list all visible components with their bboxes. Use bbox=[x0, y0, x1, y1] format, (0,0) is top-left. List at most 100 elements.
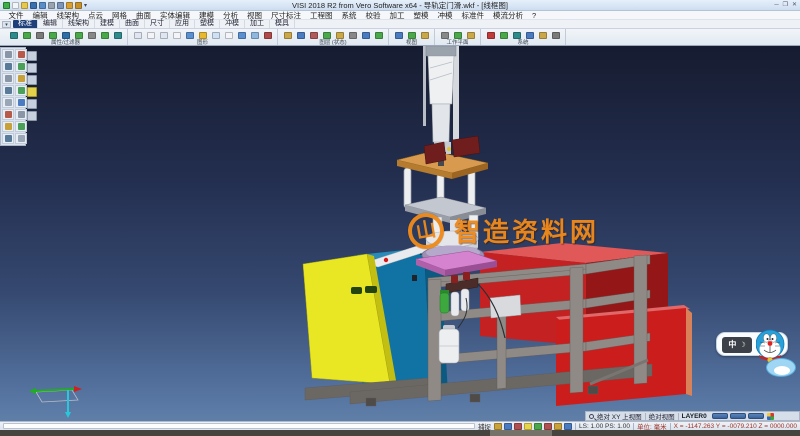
palette-icon[interactable] bbox=[2, 73, 14, 84]
palette-icon[interactable] bbox=[2, 85, 14, 96]
ribbon-tab[interactable]: 尺寸 bbox=[145, 20, 170, 28]
magnifier-icon[interactable] bbox=[589, 414, 594, 419]
palette-icon[interactable] bbox=[2, 61, 14, 72]
menu-item[interactable]: 网格 bbox=[108, 11, 132, 20]
palette-icon[interactable] bbox=[2, 49, 14, 60]
palette-icon[interactable] bbox=[2, 109, 14, 120]
view-mini-button[interactable] bbox=[27, 111, 37, 121]
menu-item[interactable]: 实体编辑 bbox=[156, 11, 195, 20]
view-mode-label[interactable]: 绝对视图 bbox=[649, 411, 675, 421]
toolbar-icon[interactable] bbox=[452, 30, 463, 40]
toolbar-icon[interactable] bbox=[419, 30, 430, 40]
menu-item[interactable]: 标准件 bbox=[457, 11, 489, 20]
commandbar-icon[interactable] bbox=[514, 423, 522, 430]
menu-item[interactable]: 塑模 bbox=[409, 11, 433, 20]
toolbar-icon[interactable] bbox=[295, 30, 306, 40]
toolbar-icon[interactable] bbox=[406, 30, 417, 40]
palette-icon[interactable] bbox=[15, 109, 27, 120]
ribbon-tab[interactable]: 标准 bbox=[13, 20, 38, 28]
menu-item[interactable]: 模流分析 bbox=[489, 11, 528, 20]
toolbar-icon[interactable] bbox=[73, 30, 84, 40]
commandbar-icon[interactable] bbox=[544, 423, 552, 430]
print-icon[interactable] bbox=[48, 2, 55, 9]
ribbon-tab[interactable]: 应用 bbox=[170, 20, 195, 28]
toolbar-icon[interactable] bbox=[236, 30, 247, 40]
view-mini-button[interactable] bbox=[27, 87, 37, 97]
toolbar-icon[interactable] bbox=[34, 30, 45, 40]
maximize-button[interactable]: ❐ bbox=[783, 1, 788, 10]
menu-item[interactable]: 视图 bbox=[243, 11, 267, 20]
menu-item[interactable]: 点云 bbox=[84, 11, 108, 20]
toolbar-icon[interactable] bbox=[223, 30, 234, 40]
viewport-3d[interactable]: 山 智造资料网 中 ☽ bbox=[0, 46, 800, 421]
palette-icon[interactable] bbox=[15, 85, 27, 96]
commandbar-icon[interactable] bbox=[564, 423, 572, 430]
active-layer-label[interactable]: LAYER0 bbox=[682, 413, 707, 420]
menu-item[interactable]: 校验 bbox=[361, 11, 385, 20]
ribbon-tab[interactable]: 编辑 bbox=[38, 20, 63, 28]
menu-item[interactable]: ? bbox=[528, 11, 541, 20]
ribbon-tab[interactable]: 模具 bbox=[270, 20, 295, 28]
menu-item[interactable]: 曲面 bbox=[132, 11, 156, 20]
ribbon-tab[interactable]: 线架构 bbox=[63, 20, 95, 28]
status-button[interactable] bbox=[748, 413, 764, 419]
toolbar-icon[interactable] bbox=[184, 30, 195, 40]
quick-access-more-icon[interactable]: ▾ bbox=[84, 2, 87, 9]
toolbar-icon[interactable] bbox=[249, 30, 260, 40]
toolbar-icon[interactable] bbox=[439, 30, 450, 40]
menu-item[interactable]: 尺寸标注 bbox=[267, 11, 306, 20]
toolbar-icon[interactable] bbox=[334, 30, 345, 40]
commandbar-icon[interactable] bbox=[504, 423, 512, 430]
menu-item[interactable]: 工程图 bbox=[306, 11, 338, 20]
menu-item[interactable]: 加工 bbox=[385, 11, 409, 20]
toolbar-icon[interactable] bbox=[347, 30, 358, 40]
command-input[interactable] bbox=[3, 423, 475, 429]
ribbon-tab[interactable]: 冲模 bbox=[220, 20, 245, 28]
menu-item[interactable]: 冲模 bbox=[433, 11, 457, 20]
commandbar-icon[interactable] bbox=[554, 423, 562, 430]
ime-mode-box[interactable]: 中 ☽ bbox=[722, 337, 752, 353]
toolbar-icon[interactable] bbox=[60, 30, 71, 40]
close-button[interactable]: ✕ bbox=[792, 1, 797, 10]
toolbar-icon[interactable] bbox=[498, 30, 509, 40]
toolbar-icon[interactable] bbox=[550, 30, 561, 40]
palette-icon[interactable] bbox=[2, 97, 14, 108]
toolbar-icon[interactable] bbox=[360, 30, 371, 40]
palette-icon[interactable] bbox=[15, 49, 27, 60]
minimize-button[interactable]: ─ bbox=[774, 1, 778, 10]
toolbar-icon[interactable] bbox=[308, 30, 319, 40]
commandbar-icon[interactable] bbox=[494, 423, 502, 430]
toolbar-icon[interactable] bbox=[282, 30, 293, 40]
toolbar-icon[interactable] bbox=[485, 30, 496, 40]
ime-widget[interactable]: 中 ☽ bbox=[714, 328, 800, 388]
commandbar-icon[interactable] bbox=[524, 423, 532, 430]
toolbar-icon[interactable] bbox=[393, 30, 404, 40]
toolbar-icon[interactable] bbox=[132, 30, 143, 40]
new-file-icon[interactable] bbox=[12, 2, 19, 9]
print-preview-icon[interactable] bbox=[57, 2, 64, 9]
toolbar-icon[interactable] bbox=[373, 30, 384, 40]
redo-icon[interactable] bbox=[75, 2, 82, 9]
view-mini-button[interactable] bbox=[27, 51, 37, 61]
undo-icon[interactable] bbox=[66, 2, 73, 9]
palette-icon[interactable] bbox=[2, 133, 14, 144]
palette-icon[interactable] bbox=[15, 61, 27, 72]
view-mini-button[interactable] bbox=[27, 63, 37, 73]
menu-item[interactable]: 线架构 bbox=[52, 11, 84, 20]
toolbar-icon[interactable] bbox=[210, 30, 221, 40]
toolbar-icon[interactable] bbox=[112, 30, 123, 40]
menu-item[interactable]: 系统 bbox=[337, 11, 361, 20]
ribbon-tab[interactable]: 建模 bbox=[95, 20, 120, 28]
palette-icon[interactable] bbox=[15, 73, 27, 84]
open-file-icon[interactable] bbox=[21, 2, 28, 9]
menu-item[interactable]: 建模 bbox=[195, 11, 219, 20]
ribbon-tab[interactable]: 塑模 bbox=[195, 20, 220, 28]
toolbar-icon[interactable] bbox=[465, 30, 476, 40]
toolbar-icon[interactable] bbox=[511, 30, 522, 40]
ime-moon-icon[interactable]: ☽ bbox=[739, 342, 745, 349]
toolbar-icon[interactable] bbox=[321, 30, 332, 40]
menu-item[interactable]: 文件 bbox=[4, 11, 28, 20]
toolbar-icon[interactable] bbox=[145, 30, 156, 40]
machine-3d-model[interactable] bbox=[0, 46, 800, 421]
absolute-view-label[interactable]: 绝对 XY 上视图 bbox=[597, 411, 642, 421]
